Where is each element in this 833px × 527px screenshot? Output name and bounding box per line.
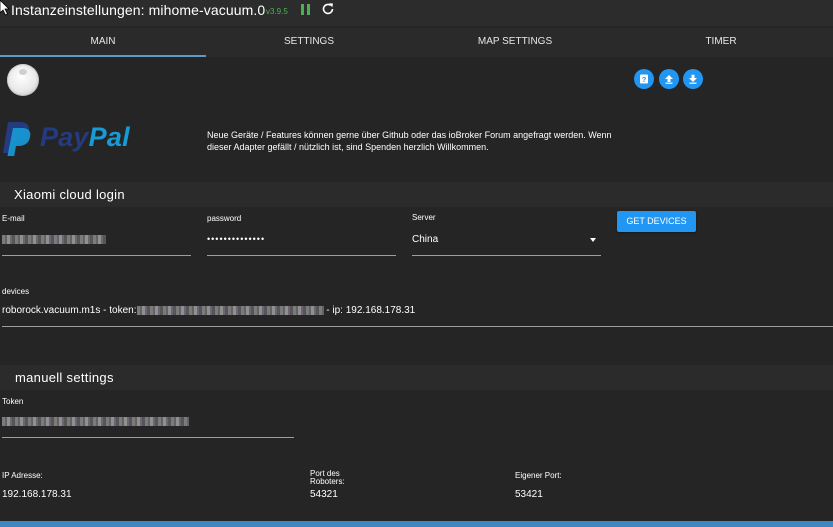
title-bar: Instanzeinstellungen: mihome-vacuum.0 v3…: [0, 0, 833, 26]
help-button[interactable]: ?: [634, 69, 654, 89]
adapter-version: v3.9.5: [266, 7, 288, 16]
help-icon: ?: [640, 74, 648, 84]
paypal-word-pal: Pal: [88, 122, 130, 152]
email-label: E-mail: [2, 214, 25, 223]
download-icon: [689, 74, 697, 84]
server-label: Server: [412, 213, 436, 222]
tab-settings[interactable]: SETTINGS: [206, 28, 412, 57]
token-field[interactable]: [2, 416, 189, 427]
robot-port-label-line2: Roboters:: [310, 477, 345, 486]
paypal-donate-link[interactable]: PayPal: [2, 120, 142, 158]
tab-bar: MAIN SETTINGS MAP SETTINGS TIMER: [0, 28, 833, 57]
cloud-login-title: Xiaomi cloud login: [14, 187, 125, 202]
svg-text:?: ?: [642, 75, 647, 84]
upload-button[interactable]: [659, 69, 679, 89]
email-field[interactable]: [2, 234, 106, 245]
chevron-down-icon: [590, 238, 596, 242]
token-underline: [2, 437, 294, 438]
password-field[interactable]: ••••••••••••••: [207, 234, 265, 244]
pause-icon[interactable]: [301, 4, 311, 16]
devices-select[interactable]: roborock.vacuum.m1s - token: - ip: 192.1…: [2, 305, 415, 316]
robot-port-label: Port des Roboters:: [310, 470, 345, 486]
reload-icon[interactable]: [321, 2, 335, 16]
own-port-label: Eigener Port:: [515, 471, 562, 480]
devices-underline: [2, 326, 833, 327]
upload-icon: [665, 75, 673, 84]
tab-main[interactable]: MAIN: [0, 28, 206, 57]
cloud-login-header: [0, 182, 833, 207]
mouse-cursor-icon: [0, 0, 10, 16]
window-title: Instanzeinstellungen: mihome-vacuum.0: [11, 2, 266, 18]
tab-timer[interactable]: TIMER: [618, 28, 824, 57]
get-devices-button[interactable]: GET DEVICES: [617, 211, 696, 232]
ip-label: IP Adresse:: [2, 471, 43, 480]
server-select-value: China: [412, 234, 439, 245]
paypal-wordmark: PayPal: [40, 122, 130, 153]
device-token-redacted: [136, 305, 324, 315]
devices-label: devices: [2, 287, 30, 296]
vacuum-robot-logo: [7, 64, 39, 96]
token-label: Token: [2, 397, 24, 406]
server-underline: [412, 255, 601, 256]
server-select[interactable]: China: [412, 232, 601, 252]
download-button[interactable]: [683, 69, 703, 89]
bottom-action-bar: [0, 521, 833, 527]
tab-map-settings[interactable]: MAP SETTINGS: [412, 28, 618, 57]
manual-settings-title: manuell settings: [15, 370, 114, 385]
donation-info-text: Neue Geräte / Features können gerne über…: [207, 130, 612, 152]
manual-settings-header: [0, 365, 833, 390]
paypal-icon: [3, 122, 31, 156]
own-port-field[interactable]: 53421: [515, 489, 543, 500]
password-label: password: [207, 214, 242, 223]
email-underline: [2, 255, 191, 256]
password-underline: [207, 255, 396, 256]
device-ip: - ip: 192.168.178.31: [323, 305, 416, 316]
email-value-redacted: [2, 234, 106, 244]
ip-field[interactable]: 192.168.178.31: [2, 489, 72, 500]
robot-port-field[interactable]: 54321: [310, 489, 338, 500]
device-name: roborock.vacuum.m1s - token:: [2, 305, 137, 316]
token-value-redacted: [2, 416, 189, 426]
paypal-word-pay: Pay: [40, 122, 89, 152]
